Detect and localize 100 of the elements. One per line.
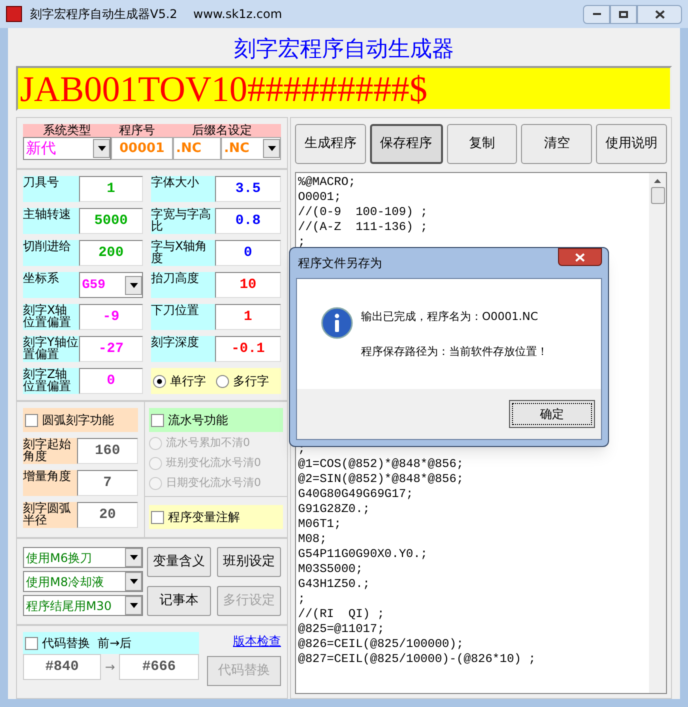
dialog-message: 输出已完成，程序名为：O0001.NC (361, 309, 540, 325)
param-field[interactable]: 7 (77, 470, 138, 496)
param-field[interactable]: 0 (79, 368, 143, 394)
arrow-label: → (104, 659, 116, 676)
code-line: @2=SIN(@852)*@848*@856; (298, 472, 464, 487)
param-field[interactable]: 5000 (79, 208, 143, 234)
minimize-button[interactable] (583, 4, 610, 24)
dialog-title: 程序文件另存为 (297, 255, 382, 272)
app-heading: 刻字宏程序自动生成器 (234, 36, 454, 64)
window-title: 刻字宏程序自动生成器V5.2 (30, 6, 178, 23)
coordinate-select[interactable]: G59 (79, 272, 143, 298)
radio-label: 班别变化流水号清0 (166, 454, 261, 471)
toolbar-button[interactable]: 使用说明 (596, 124, 667, 164)
code-line: G91G28Z0.; (298, 502, 370, 517)
checkbox[interactable] (25, 414, 38, 426)
code-line: O0001; (298, 190, 342, 205)
code-line: M03S5000; (298, 562, 363, 577)
param-field[interactable]: 1 (79, 176, 143, 202)
param-label: 刀具号 (23, 176, 79, 202)
param-field[interactable]: 200 (79, 240, 143, 266)
action-button[interactable]: 变量含义 (147, 547, 211, 577)
param-label: 刻字X轴位置偏置 (23, 304, 79, 330)
param-field[interactable]: -0.1 (215, 336, 281, 362)
app-logo-icon (6, 6, 22, 22)
system-type-select[interactable]: 新代 (23, 137, 111, 160)
param-label: 下刀位置 (151, 304, 215, 330)
toolbar-button[interactable]: 生成程序 (295, 124, 366, 164)
toolbar-button[interactable]: 复制 (446, 124, 518, 164)
to-code-field[interactable]: #666 (119, 654, 199, 680)
dialog-detail: 程序保存路径为：当前软件存放位置！ (361, 344, 548, 360)
param-label: 刻字起始角度 (23, 438, 77, 464)
action-button[interactable]: 班别设定 (217, 547, 281, 577)
radio-label: 单行字 (170, 373, 206, 390)
radio-label: 流水号累加不清0 (166, 434, 250, 451)
option-select[interactable]: 使用M8冷却液 (23, 571, 143, 592)
code-line: M08; (298, 532, 327, 547)
param-label: 切削进给 (23, 240, 79, 266)
param-label: 字体大小 (151, 176, 215, 202)
scroll-thumb[interactable] (650, 187, 664, 204)
option-select[interactable]: 使用M6换刀 (23, 547, 143, 568)
checkbox[interactable] (151, 414, 164, 426)
param-field[interactable]: 10 (215, 272, 281, 298)
radio-button[interactable] (153, 374, 166, 388)
checkbox[interactable] (151, 510, 164, 524)
ok-button[interactable]: 确定 (509, 400, 595, 428)
close-icon (575, 252, 585, 262)
param-field[interactable]: 3.5 (215, 176, 281, 202)
code-line: G40G80G49G69G17; (298, 487, 414, 502)
param-label: 增量角度 (23, 470, 77, 496)
checkbox[interactable] (25, 636, 38, 650)
code-line: @825=@11017; (298, 622, 384, 637)
column-label: 系统类型 (42, 124, 92, 137)
param-field[interactable]: 0.8 (215, 208, 281, 234)
option-select[interactable]: 程序结尾用M30 (23, 595, 143, 616)
checkbox-label: 圆弧刻字功能 (42, 412, 114, 429)
code-line: G54P11G0G90X0.Y0.; (298, 547, 428, 562)
radio-button[interactable] (216, 374, 229, 388)
param-field[interactable]: 20 (77, 502, 138, 528)
param-label: 字宽与字高比 (151, 208, 215, 234)
param-label: 主轴转速 (23, 208, 79, 234)
info-icon (321, 307, 353, 339)
code-line: @826=CEIL(@825/100000); (298, 637, 464, 652)
param-label: 刻字Y轴位置偏置 (23, 336, 79, 362)
code-line: @1=COS(@852)*@848*@856; (298, 457, 464, 472)
param-label: 坐标系 (23, 272, 79, 298)
from-code-field[interactable]: #840 (23, 654, 101, 680)
code-line: %@MACRO; (298, 175, 356, 190)
maximize-button[interactable] (610, 4, 637, 24)
checkbox-label: 代码替换 前→后 (42, 635, 132, 652)
scroll-up-icon (654, 179, 661, 183)
checkbox-label: 流水号功能 (168, 412, 228, 429)
vertical-scrollbar[interactable] (649, 173, 666, 693)
radio-label: 日期变化流水号清0 (166, 474, 261, 491)
param-field[interactable]: -27 (79, 336, 143, 362)
close-button[interactable] (637, 4, 682, 24)
close-button[interactable] (558, 248, 602, 266)
code-line: //(RI QI) ; (298, 607, 384, 622)
code-line: @827=CEIL(@825/10000)-(@826*10) ; (298, 652, 536, 667)
checkbox-label: 程序变量注解 (168, 509, 240, 526)
code-line: G43H1Z50.; (298, 577, 370, 592)
param-field[interactable]: 160 (77, 438, 138, 464)
param-field[interactable]: 0 (215, 240, 281, 266)
column-label: 程序号 (118, 124, 156, 137)
engrave-text-field[interactable]: JAB001TOV10#########$ (16, 66, 672, 111)
version-check-link[interactable]: 版本检查 (233, 632, 281, 650)
param-field[interactable]: 1 (215, 304, 281, 330)
toolbar-button[interactable]: 清空 (521, 124, 592, 164)
param-label: 抬刀高度 (151, 272, 215, 298)
param-field[interactable]: -9 (79, 304, 143, 330)
action-button[interactable]: 记事本 (147, 586, 211, 616)
code-line: ; (298, 235, 306, 250)
code-line: //(0-9 100-109) ; (298, 205, 428, 220)
column-label: 后缀名设定 (191, 124, 253, 137)
close-icon (654, 10, 664, 18)
code-line: M06T1; (298, 517, 342, 532)
param-label: 刻字深度 (151, 336, 215, 362)
code-line: //(A-Z 111-136) ; (298, 220, 428, 235)
code-line: ; (298, 592, 306, 607)
toolbar-button[interactable]: 保存程序 (370, 124, 443, 164)
param-label: 刻字圆弧半径 (23, 502, 77, 528)
